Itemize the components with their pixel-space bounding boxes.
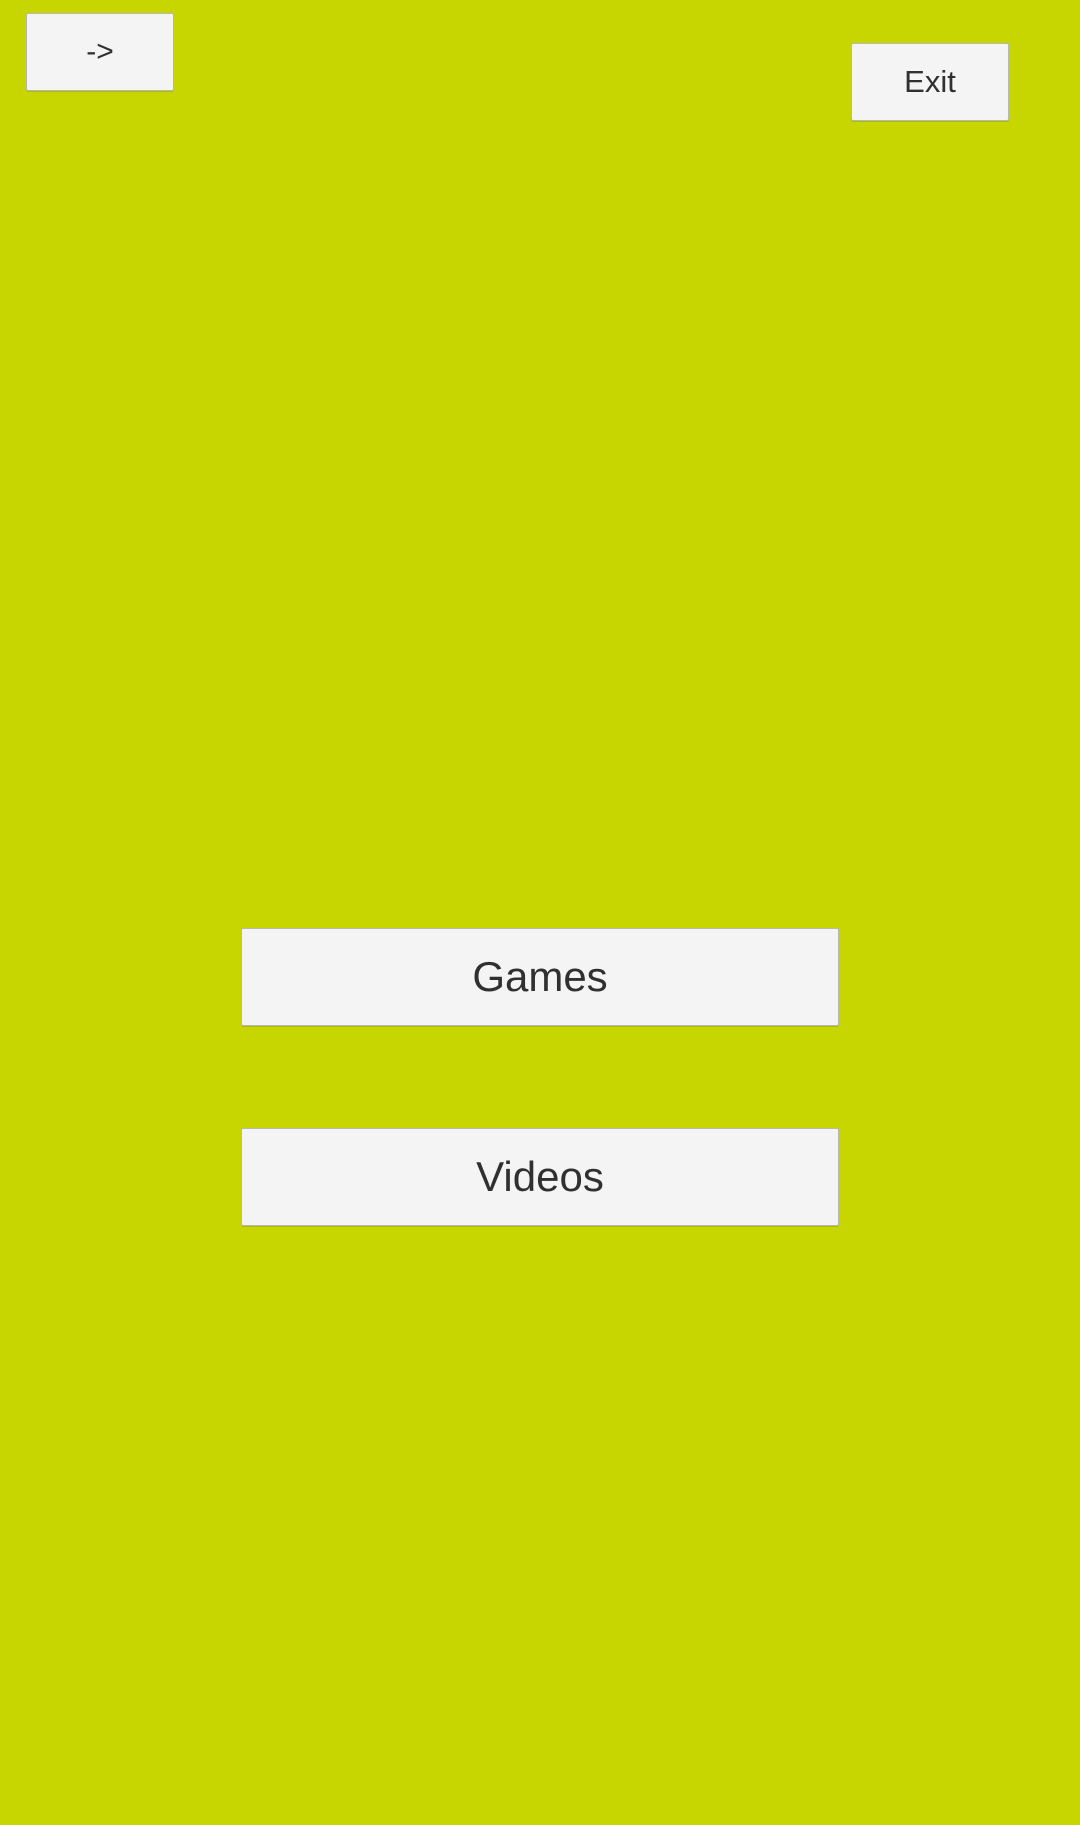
exit-button[interactable]: Exit: [851, 43, 1009, 121]
forward-button[interactable]: ->: [26, 13, 174, 91]
games-label: Games: [472, 953, 608, 1000]
games-button[interactable]: Games: [241, 928, 839, 1026]
exit-label: Exit: [904, 64, 956, 99]
forward-label: ->: [86, 35, 114, 68]
videos-button[interactable]: Videos: [241, 1128, 839, 1226]
videos-label: Videos: [476, 1153, 604, 1200]
main-screen: -> Exit Games Videos: [0, 0, 1080, 1825]
